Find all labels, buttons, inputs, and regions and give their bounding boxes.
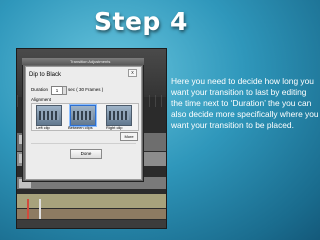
filmstrip-icon	[109, 111, 129, 120]
filmstrip-icon	[39, 111, 59, 120]
divider	[31, 143, 136, 144]
align-right-clip-option[interactable]	[106, 105, 132, 126]
align-left-clip-label: Left clip	[36, 125, 50, 130]
align-between-clips-label: Between clips	[68, 125, 93, 130]
align-left-clip-option[interactable]	[36, 105, 62, 126]
dialog-title: Dip to Black	[29, 72, 62, 78]
slide-body-text: Here you need to decide how long you wan…	[171, 76, 319, 130]
slide-title: Step 4	[94, 7, 188, 36]
align-right-clip-label: Right clip	[106, 125, 123, 130]
duration-label: Duration	[31, 87, 49, 92]
close-button[interactable]: x	[128, 69, 137, 77]
filmstrip-icon	[73, 111, 93, 120]
more-button[interactable]: More	[120, 132, 138, 141]
duration-unit: sec ( 30 Frames )	[68, 87, 104, 92]
timeline-footer	[17, 220, 166, 228]
alignment-label: Alignment	[31, 97, 52, 102]
done-button[interactable]: Done	[70, 149, 102, 159]
transition-dialog: Dip to Black x Duration 1 sec ( 30 Frame…	[25, 66, 142, 180]
duration-stepper[interactable]	[62, 86, 67, 95]
marker	[39, 199, 41, 219]
window-title: Transition Adjustments	[70, 59, 111, 64]
align-between-clips-option[interactable]	[70, 105, 96, 126]
playhead-marker	[27, 199, 29, 219]
adjustments-window-titlebar: Transition Adjustments	[22, 58, 144, 65]
